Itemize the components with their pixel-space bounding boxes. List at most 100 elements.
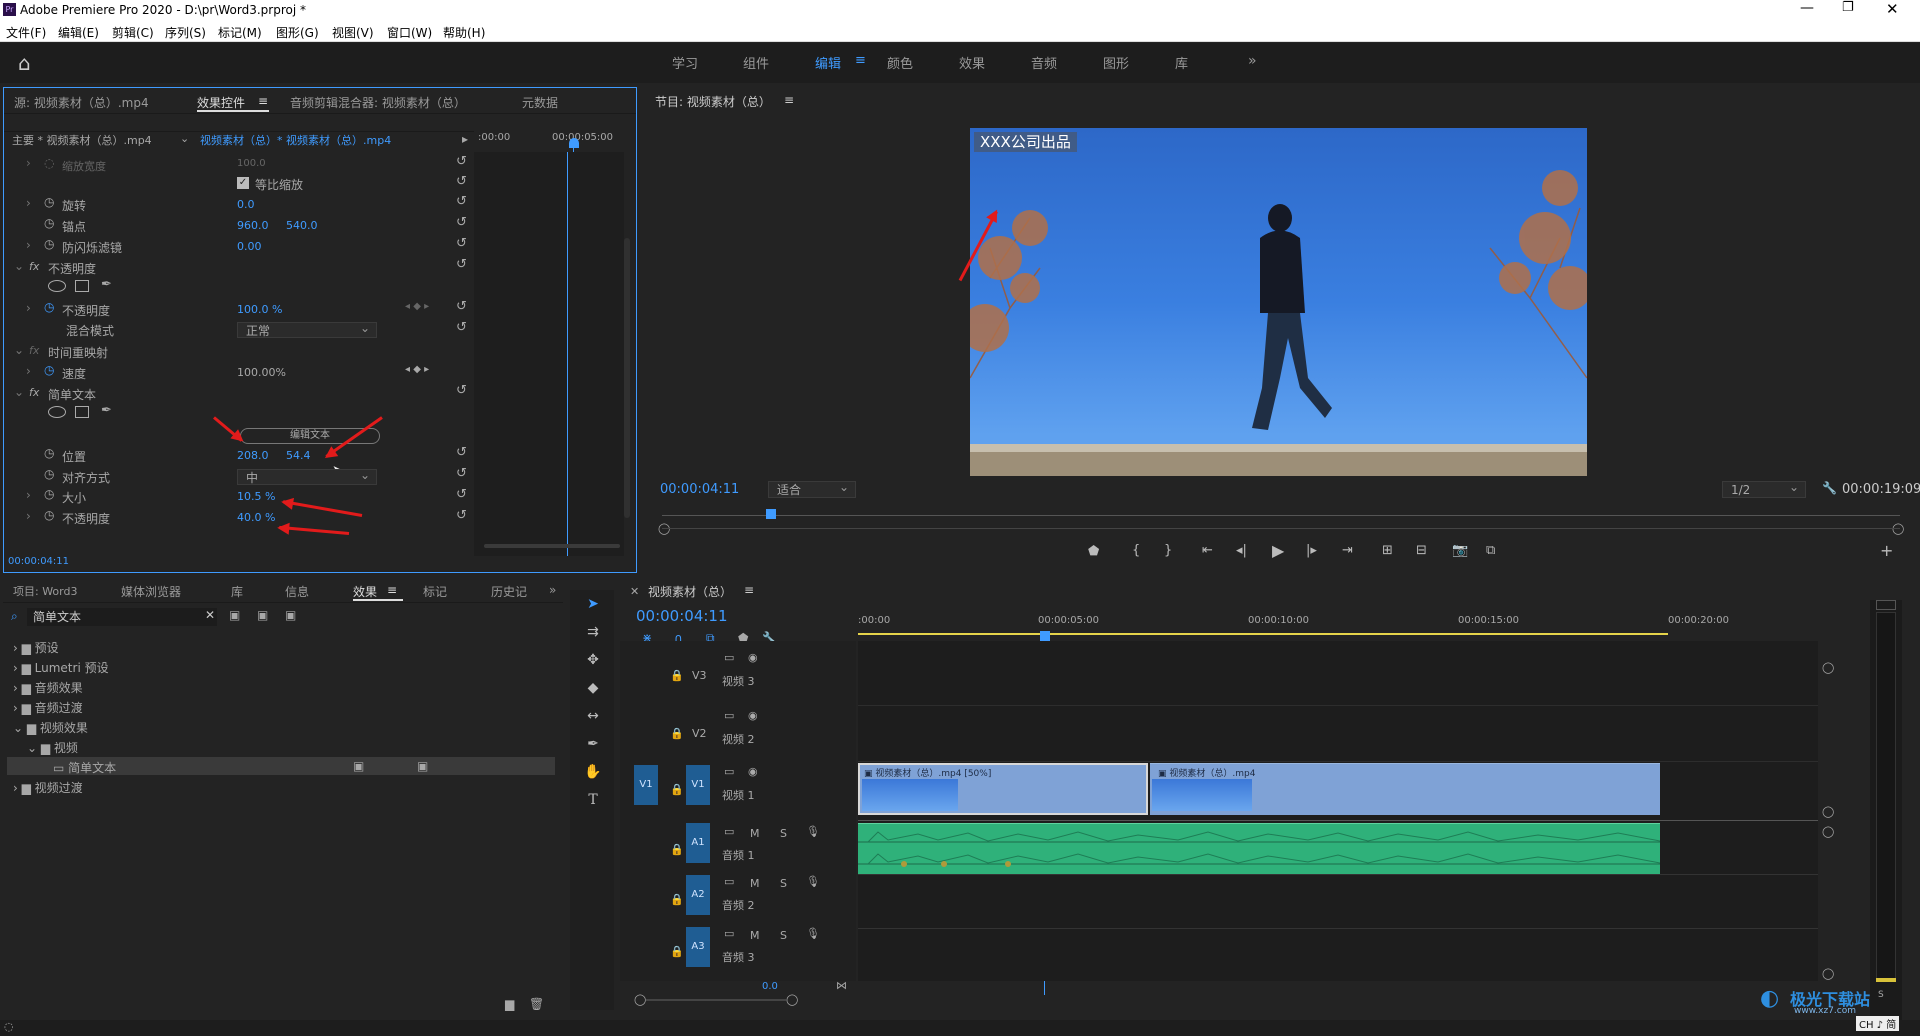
menu-view[interactable]: 视图(V) (332, 24, 374, 41)
camera-icon[interactable]: 📷 (1452, 543, 1468, 558)
sync-icon[interactable]: ▭ (724, 927, 734, 940)
program-timecode[interactable]: 00:00:04:11 (660, 482, 739, 497)
add-marker-icon[interactable]: ⬟ (1088, 544, 1099, 559)
maximize-icon[interactable]: ❐ (1842, 0, 1854, 15)
fx-icon[interactable]: fx (29, 386, 39, 406)
ws-editing[interactable]: 编辑 (815, 53, 841, 72)
reset-icon[interactable]: ↺ (456, 236, 467, 251)
text-opacity-value[interactable]: 40.0 % (237, 511, 275, 531)
yuv-effects-icon[interactable]: ▣ (285, 608, 296, 622)
rotation-value[interactable]: 0.0 (237, 198, 255, 218)
stopwatch-icon[interactable]: ◷ (44, 508, 54, 528)
stopwatch-icon[interactable]: ◷ (44, 237, 54, 257)
eye-icon[interactable]: ◉ (748, 765, 758, 778)
reset-icon[interactable]: ↺ (456, 174, 467, 189)
position-x-value[interactable]: 208.0 (237, 449, 269, 469)
extract-icon[interactable]: ⊟ (1416, 543, 1427, 558)
expand-icon[interactable]: › (26, 488, 31, 508)
menu-sequence[interactable]: 序列(S) (165, 24, 206, 41)
ws-audio[interactable]: 音频 (1031, 53, 1057, 72)
zoom-handle[interactable]: ◯ (634, 993, 646, 1006)
zoom-handle[interactable]: ◯ (786, 993, 798, 1006)
tab-libraries[interactable]: 库 (231, 583, 243, 600)
sync-icon[interactable]: ▭ (724, 765, 734, 778)
compare-icon[interactable]: ⧉ (1486, 543, 1495, 558)
step-forward-icon[interactable]: |▸ (1306, 543, 1317, 558)
ellipse-mask-icon[interactable] (48, 280, 66, 292)
mute-button[interactable]: M (750, 929, 760, 942)
sequence-clip-label[interactable]: 视频素材（总）* 视频素材（总）.mp4 (200, 132, 391, 152)
stopwatch-icon[interactable]: ◷ (44, 216, 54, 236)
size-value[interactable]: 10.5 % (237, 490, 275, 510)
opacity-value[interactable]: 100.0 % (237, 303, 282, 323)
tree-item-simple-text[interactable]: ▭ 简单文本 (53, 759, 116, 776)
tree-item-video-effects[interactable]: ⌄ ▆ 视频效果 (13, 719, 88, 736)
add-button-icon[interactable]: + (1880, 541, 1893, 560)
ws-learn[interactable]: 学习 (672, 53, 698, 72)
pen-tool-icon[interactable]: ✒ (582, 736, 604, 758)
tree-item-video[interactable]: ⌄ ▆ 视频 (27, 739, 78, 756)
lock-icon[interactable]: 🔒 (670, 893, 684, 906)
anchor-x-value[interactable]: 960.0 (237, 219, 269, 239)
mark-out-icon[interactable]: } (1164, 543, 1172, 558)
stopwatch-icon[interactable]: ◷ (44, 487, 54, 507)
go-to-in-icon[interactable]: ⇤ (1202, 543, 1213, 558)
reset-icon[interactable]: ↺ (456, 154, 467, 169)
audio-clip[interactable] (858, 823, 1661, 875)
track-target-a3[interactable]: A3 (686, 927, 710, 967)
panel-menu-icon[interactable]: ≡ (784, 93, 794, 107)
expand-icon[interactable]: › (26, 509, 31, 529)
pen-mask-icon[interactable]: ✒ (101, 403, 112, 423)
track-select-icon[interactable]: ⇉ (582, 624, 604, 646)
tab-project[interactable]: 项目: Word3 (13, 583, 77, 599)
blend-mode-select[interactable]: 正常 (237, 320, 377, 338)
menu-graphics[interactable]: 图形(G) (276, 24, 319, 41)
speed-value[interactable]: 100.00% (237, 366, 286, 386)
sync-icon[interactable]: ▭ (724, 875, 734, 888)
reset-icon[interactable]: ↺ (456, 508, 467, 523)
mark-in-icon[interactable]: { (1132, 543, 1140, 558)
tab-info[interactable]: 信息 (285, 583, 309, 600)
mic-icon[interactable]: 🎙 (806, 875, 820, 888)
tab-effect-controls[interactable]: 效果控件 (197, 94, 245, 111)
keyframe-nav-icon[interactable]: ◂ ◆ ▸ (405, 301, 429, 321)
resolution-select[interactable]: 1/2 (1722, 479, 1806, 498)
scroll-handle[interactable]: ◯ (1822, 967, 1834, 980)
rectangle-mask-icon[interactable] (75, 406, 89, 418)
eye-icon[interactable]: ◉ (748, 651, 758, 664)
sync-icon[interactable]: ▭ (724, 825, 734, 838)
panel-menu-icon[interactable]: ≡ (744, 583, 754, 597)
ec-playhead[interactable] (569, 138, 579, 148)
align-select[interactable]: 中 (237, 467, 377, 485)
mic-icon[interactable]: 🎙 (806, 825, 820, 838)
expand-icon[interactable]: › (26, 301, 31, 321)
ellipse-mask-icon[interactable] (48, 406, 66, 418)
rectangle-mask-icon[interactable] (75, 280, 89, 292)
lock-icon[interactable]: 🔒 (670, 843, 684, 856)
lock-icon[interactable]: 🔒 (670, 945, 684, 958)
tab-audio-mixer[interactable]: 音频剪辑混合器: 视频素材（总） (290, 94, 466, 111)
delete-icon[interactable]: 🗑 (529, 997, 544, 1011)
expand-icon[interactable]: › (26, 196, 31, 216)
selection-tool-icon[interactable]: ➤ (582, 596, 604, 618)
reset-icon[interactable]: ↺ (456, 299, 467, 314)
menu-help[interactable]: 帮助(H) (443, 24, 485, 41)
new-bin-icon[interactable]: ▆ (505, 997, 514, 1011)
tree-item-audio-transitions[interactable]: › ▆ 音频过渡 (13, 699, 83, 716)
solo-button[interactable]: S (780, 877, 787, 890)
reset-icon[interactable]: ↺ (456, 320, 467, 335)
ws-libraries[interactable]: 库 (1175, 53, 1188, 72)
slip-tool-icon[interactable]: ↔ (582, 708, 604, 730)
toggle-track-output-icon[interactable]: ⋈ (836, 979, 847, 992)
close-sequence-icon[interactable]: ✕ (630, 585, 639, 598)
work-area-bar[interactable] (858, 633, 1668, 635)
panel-menu-icon[interactable]: ≡ (387, 583, 397, 597)
collapse-icon[interactable]: ⌄ (14, 259, 24, 279)
menu-window[interactable]: 窗口(W) (387, 24, 432, 41)
keyframe-nav-icon[interactable]: ◂ ◆ ▸ (405, 364, 429, 384)
ws-assembly[interactable]: 组件 (743, 53, 769, 72)
program-scrub-bar[interactable] (662, 515, 1900, 516)
play-icon[interactable]: ▶ (1272, 541, 1284, 560)
position-y-value[interactable]: 54.4 (286, 449, 311, 469)
tab-effects[interactable]: 效果 (353, 583, 377, 600)
